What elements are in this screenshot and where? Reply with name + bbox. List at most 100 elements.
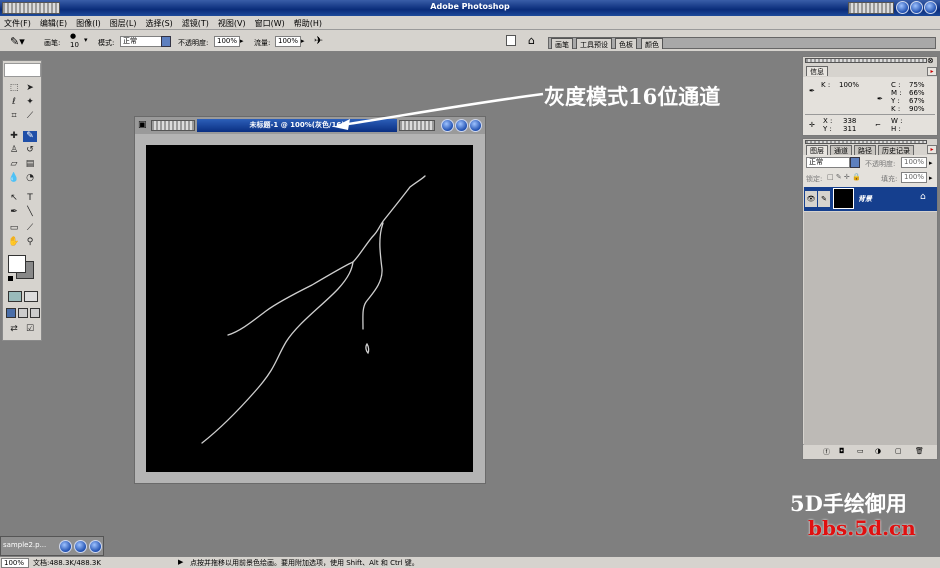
default-colors-icon[interactable] [8, 276, 13, 281]
menu-edit[interactable]: 编辑(E) [36, 16, 72, 29]
brush-tool-icon[interactable]: ✎▾ [10, 35, 25, 48]
menu-help[interactable]: 帮助(H) [290, 16, 327, 29]
blur-icon[interactable]: 💧 [7, 173, 21, 184]
status-arrow-icon[interactable]: ▶ [178, 558, 183, 566]
brush-link-icon[interactable]: ✎ [818, 191, 830, 207]
mini-minimize-button[interactable] [59, 540, 72, 553]
mode-label: 模式: [98, 39, 115, 47]
info-divider [805, 114, 935, 115]
slice-tool-icon[interactable]: ⟋ [23, 111, 37, 122]
eyedropper-icon[interactable]: ⟋ [23, 223, 37, 234]
tab-channels[interactable]: 通道 [830, 145, 852, 155]
flow-input[interactable]: 100% [275, 36, 301, 47]
adobe-online-icon[interactable] [4, 63, 41, 77]
info-close-icon[interactable]: ⊗ [927, 56, 934, 65]
tab-layers[interactable]: 图层 [806, 145, 828, 155]
eraser-icon[interactable]: ▱ [7, 159, 21, 170]
maximize-button[interactable] [910, 1, 923, 14]
screen-mode-standard-icon[interactable] [6, 308, 16, 318]
screen-mode-full-menu-icon[interactable] [18, 308, 28, 318]
layer-opacity-arrow-icon[interactable]: ▸ [929, 159, 933, 167]
airbrush-icon[interactable]: ✈ [314, 34, 323, 47]
info-menu-icon[interactable]: ▸ [927, 67, 937, 76]
magic-wand-icon[interactable]: ✦ [23, 97, 37, 108]
tab-color[interactable]: 颜色 [641, 38, 663, 49]
blend-mode-dropdown-icon[interactable] [850, 157, 860, 168]
mode-dropdown-icon[interactable] [161, 36, 171, 47]
pen-tool-icon[interactable]: ✒ [7, 207, 21, 218]
fill-arrow-icon[interactable]: ▸ [929, 174, 933, 182]
adjustment-layer-icon[interactable]: ◑ [875, 447, 881, 455]
marquee-tool-icon[interactable]: ⬚ [7, 83, 21, 94]
status-hint: 点按并拖移以用前景色绘画。要用附加选项，使用 Shift、Alt 和 Ctrl … [190, 559, 419, 567]
document-canvas[interactable] [146, 145, 473, 472]
menu-layer[interactable]: 图层(L) [106, 16, 142, 29]
zoom-field[interactable]: 100% [1, 558, 29, 568]
opacity-arrow-icon[interactable]: ▸ [240, 37, 244, 45]
new-set-icon[interactable]: ▭ [857, 447, 864, 455]
stroke-drop [365, 342, 370, 355]
new-layer-icon[interactable]: ▢ [895, 447, 902, 455]
layers-menu-icon[interactable]: ▸ [927, 145, 937, 154]
minimized-document[interactable]: sample2.p... [0, 536, 104, 556]
brush-tool-button-icon[interactable]: ✎ [23, 131, 37, 142]
layer-mask-icon[interactable]: ◘ [839, 447, 845, 455]
tab-history[interactable]: 历史记录 [878, 145, 914, 155]
visibility-eye-icon[interactable]: 👁 [805, 191, 817, 207]
move-tool-icon[interactable]: ➤ [23, 83, 37, 94]
imageready-icon[interactable]: ☑ [23, 324, 37, 335]
title-bar-grip[interactable] [2, 2, 60, 14]
zoom-tool-icon[interactable]: ⚲ [23, 237, 37, 248]
opacity-input[interactable]: 100% [214, 36, 240, 47]
fill-input[interactable]: 100% [901, 172, 927, 183]
menu-window[interactable]: 窗口(W) [251, 16, 290, 29]
selection-size-icon: ⌐ [875, 121, 881, 129]
brush-preset-icon[interactable]: ● [70, 32, 76, 40]
menu-file[interactable]: 文件(F) [0, 16, 36, 29]
menu-view[interactable]: 视图(V) [214, 16, 251, 29]
standard-mode-icon[interactable] [8, 291, 22, 302]
doc-size-info[interactable]: 文档:488.3K/488.3K [33, 558, 101, 568]
gradient-icon[interactable]: ▤ [23, 159, 37, 170]
tab-brushes[interactable]: 画笔 [551, 38, 573, 49]
history-brush-icon[interactable]: ↺ [23, 145, 37, 156]
layer-style-icon[interactable]: ⓕ [823, 447, 830, 457]
cmyk-readout-icon: ✒ [877, 95, 883, 103]
lasso-tool-icon[interactable]: ℓ [7, 97, 21, 108]
menu-filter[interactable]: 滤镜(T) [178, 16, 214, 29]
layer-opacity-input[interactable]: 100% [901, 157, 927, 168]
quick-mask-icon[interactable] [24, 291, 38, 302]
tab-swatches[interactable]: 色板 [615, 38, 637, 49]
notes-tool-icon[interactable]: ▭ [7, 223, 21, 234]
brush-dropdown-icon[interactable]: ▾ [84, 36, 88, 44]
menu-image[interactable]: 图像(I) [72, 16, 106, 29]
clone-stamp-icon[interactable]: ♙ [7, 145, 21, 156]
path-select-icon[interactable]: ↖ [7, 193, 21, 204]
tab-info[interactable]: 信息 [806, 66, 828, 76]
tab-tool-presets[interactable]: 工具预设 [576, 38, 612, 49]
menu-select[interactable]: 选择(S) [141, 16, 177, 29]
hand-tool-icon[interactable]: ✋ [7, 237, 21, 248]
screen-mode-full-icon[interactable] [30, 308, 40, 318]
mode-select[interactable]: 正常 [120, 36, 162, 47]
info-k2-value: 90% [909, 105, 925, 113]
foreground-color-swatch[interactable] [8, 255, 26, 273]
close-button[interactable] [924, 1, 937, 14]
mini-maximize-button[interactable] [74, 540, 87, 553]
crop-tool-icon[interactable]: ⌗ [7, 111, 21, 122]
type-tool-icon[interactable]: T [23, 193, 37, 204]
healing-brush-icon[interactable]: ✚ [7, 131, 21, 142]
flow-arrow-icon[interactable]: ▸ [301, 37, 305, 45]
shape-tool-icon[interactable]: ╲ [23, 207, 37, 218]
dodge-icon[interactable]: ◔ [23, 173, 37, 184]
blend-mode-select[interactable]: 正常 [806, 157, 850, 168]
tab-paths[interactable]: 路径 [854, 145, 876, 155]
lock-icons[interactable]: □ ✎ ✛ 🔒 [827, 173, 861, 181]
layer-row-background[interactable]: 👁 ✎ 背景 ⌂ [804, 187, 937, 211]
mini-close-button[interactable] [89, 540, 102, 553]
palette-well-icon[interactable]: ⌂ [528, 34, 535, 47]
trash-icon[interactable]: 🗑 [915, 447, 924, 455]
minimize-button[interactable] [896, 1, 909, 14]
jump-to-imageready-icon[interactable]: ⇄ [7, 324, 21, 335]
file-browser-icon[interactable] [506, 35, 516, 46]
